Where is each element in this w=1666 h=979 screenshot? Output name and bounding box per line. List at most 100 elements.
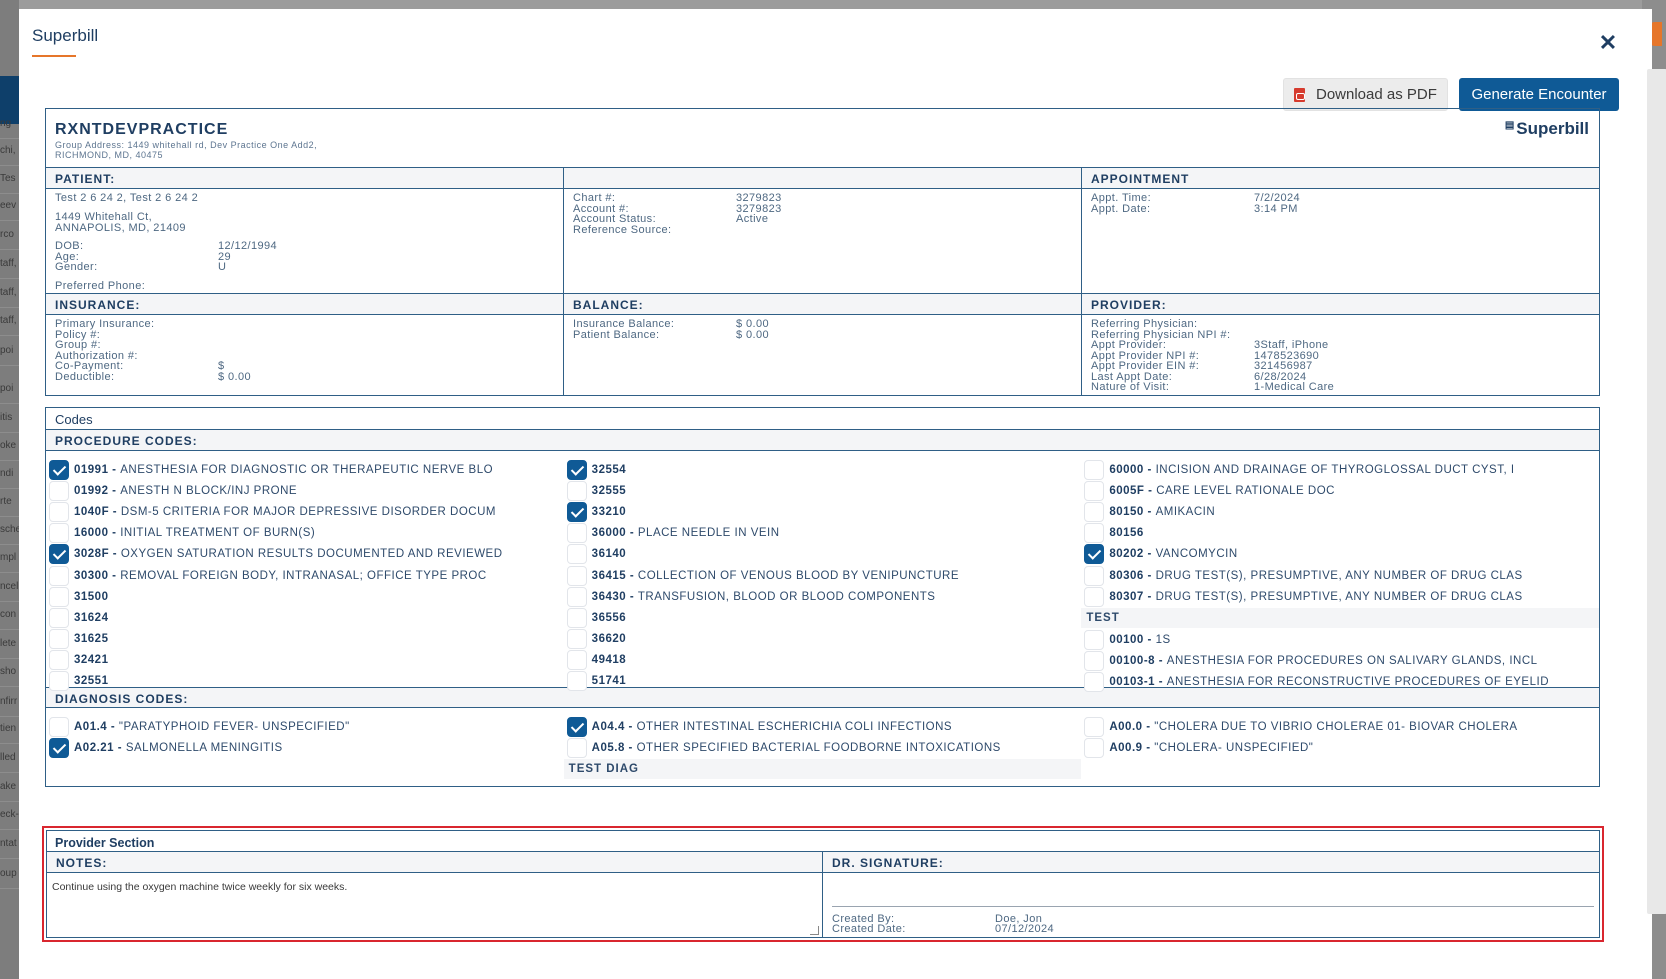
code-item[interactable]: 00100 - 1S [1081,629,1599,650]
code-item[interactable]: 32555 [564,480,1082,501]
checkbox[interactable] [49,565,69,586]
code-item[interactable]: 31624 [46,607,564,628]
background-divider [0,601,19,602]
appt-time-label: Appt. Time: [1091,192,1152,204]
checkbox[interactable] [49,671,69,692]
checkbox[interactable] [566,737,587,758]
checkbox[interactable] [49,716,69,737]
background-divider [0,335,19,336]
code-number: A02.21 [74,741,115,754]
checkbox-checked[interactable] [49,459,69,480]
code-item[interactable]: 01991 - ANESTHESIA FOR DIAGNOSTIC OR THE… [46,459,564,480]
checkbox[interactable] [1084,459,1105,480]
code-item[interactable]: 3028F - OXYGEN SATURATION RESULTS DOCUME… [46,544,564,565]
checkbox[interactable] [566,565,587,586]
code-item[interactable]: A00.9 - "CHOLERA- UNSPECIFIED" [1081,737,1599,758]
superbill-brand-label: Superbill [1516,119,1589,138]
checkbox[interactable] [1084,565,1105,586]
checkbox[interactable] [566,629,587,650]
code-item[interactable]: 1040F - DSM-5 CRITERIA FOR MAJOR DEPRESS… [46,501,564,522]
checkbox[interactable] [49,629,69,650]
checkbox[interactable] [1084,737,1105,758]
code-item[interactable]: A01.4 - "PARATYPHOID FEVER- UNSPECIFIED" [46,716,564,737]
checkbox[interactable] [566,523,587,544]
code-item[interactable]: 36620 [564,629,1082,650]
checkbox[interactable] [566,586,587,607]
checkbox-checked[interactable] [49,737,69,758]
code-item[interactable]: 31625 [46,629,564,650]
code-number: 6005F [1109,484,1145,497]
code-item[interactable]: A00.0 - "CHOLERA DUE TO VIBRIO CHOLERAE … [1081,716,1599,737]
checkbox[interactable] [566,480,587,501]
background-divider [0,365,19,366]
code-item[interactable]: 31500 [46,586,564,607]
checkbox[interactable] [49,501,69,522]
checkbox[interactable] [49,480,69,501]
background-list-item: poi [0,383,14,394]
code-item[interactable]: 36140 [564,544,1082,565]
background-list-item: oke [0,440,17,451]
code-item[interactable]: 60000 - INCISION AND DRAINAGE OF THYROGL… [1081,459,1599,480]
signature-line[interactable] [832,906,1594,907]
checkbox[interactable] [49,650,69,671]
code-item[interactable]: 80307 - DRUG TEST(S), PRESUMPTIVE, ANY N… [1081,586,1599,607]
code-item[interactable]: A04.4 - OTHER INTESTINAL ESCHERICHIA COL… [564,716,1082,737]
code-item[interactable]: 36430 - TRANSFUSION, BLOOD OR BLOOD COMP… [564,586,1082,607]
checkbox-checked[interactable] [566,501,587,522]
code-item[interactable]: 36556 [564,607,1082,628]
checkbox[interactable] [1084,523,1105,544]
code-item[interactable]: 80156 [1081,523,1599,544]
checkbox-checked[interactable] [566,459,587,480]
code-item[interactable]: 16000 - INITIAL TREATMENT OF BURN(S) [46,523,564,544]
code-item[interactable]: A05.8 - OTHER SPECIFIED BACTERIAL FOODBO… [564,737,1082,758]
download-pdf-button[interactable]: Download as PDF [1283,78,1448,111]
code-item[interactable]: 80150 - AMIKACIN [1081,501,1599,522]
code-number: 60000 [1109,463,1144,476]
code-item[interactable]: 36000 - PLACE NEEDLE IN VEIN [564,523,1082,544]
code-item[interactable]: 49418 [564,650,1082,671]
checkbox[interactable] [1084,501,1105,522]
code-item[interactable]: 32421 [46,650,564,671]
checkbox[interactable] [566,607,587,628]
code-number: 32421 [74,654,109,667]
close-icon[interactable]: ✕ [1596,32,1620,56]
code-number: A01.4 [74,720,108,733]
checkbox[interactable] [1084,586,1105,607]
checkbox-checked[interactable] [49,544,69,565]
code-item[interactable]: 00100-8 - ANESTHESIA FOR PROCEDURES ON S… [1081,651,1599,672]
deductible-value: $ 0.00 [218,370,251,383]
code-item[interactable]: 36415 - COLLECTION OF VENOUS BLOOD BY VE… [564,565,1082,586]
code-item[interactable]: 00103-1 - ANESTHESIA FOR RECONSTRUCTIVE … [1081,672,1599,693]
checkbox[interactable] [1084,651,1105,672]
code-item[interactable]: 80306 - DRUG TEST(S), PRESUMPTIVE, ANY N… [1081,565,1599,586]
checkbox-checked[interactable] [566,716,587,737]
resize-handle-icon[interactable] [810,926,819,935]
code-item[interactable]: 33210 [564,501,1082,522]
code-separator: - [626,569,638,582]
checkbox[interactable] [49,523,69,544]
code-item[interactable]: A02.21 - SALMONELLA MENINGITIS [46,737,564,758]
code-separator: - [1143,590,1156,603]
code-item[interactable]: 32554 [564,459,1082,480]
generate-encounter-button[interactable]: Generate Encounter [1459,78,1619,111]
code-number: 36430 [591,590,627,603]
code-item[interactable]: 51741 [564,671,1082,692]
notes-textarea[interactable]: Continue using the oxygen machine twice … [52,881,347,893]
checkbox[interactable] [49,607,69,628]
code-separator: - [1143,633,1156,646]
code-item[interactable]: 01992 - ANESTH N BLOCK/INJ PRONE [46,480,564,501]
checkbox[interactable] [49,586,69,607]
code-item[interactable]: 6005F - CARE LEVEL RATIONALE DOC [1081,480,1599,501]
code-item[interactable]: 32551 [46,671,564,692]
checkbox[interactable] [566,671,587,692]
checkbox[interactable] [1084,480,1105,501]
checkbox[interactable] [1084,629,1105,650]
modal-scrollbar[interactable] [1647,69,1666,914]
code-item[interactable]: 30300 - REMOVAL FOREIGN BODY, INTRANASAL… [46,565,564,586]
checkbox[interactable] [566,650,587,671]
checkbox[interactable] [1084,716,1105,737]
code-item[interactable]: 80202 - VANCOMYCIN [1081,544,1599,565]
checkbox[interactable] [566,544,587,565]
checkbox[interactable] [1084,672,1105,693]
checkbox-checked[interactable] [1084,544,1105,565]
